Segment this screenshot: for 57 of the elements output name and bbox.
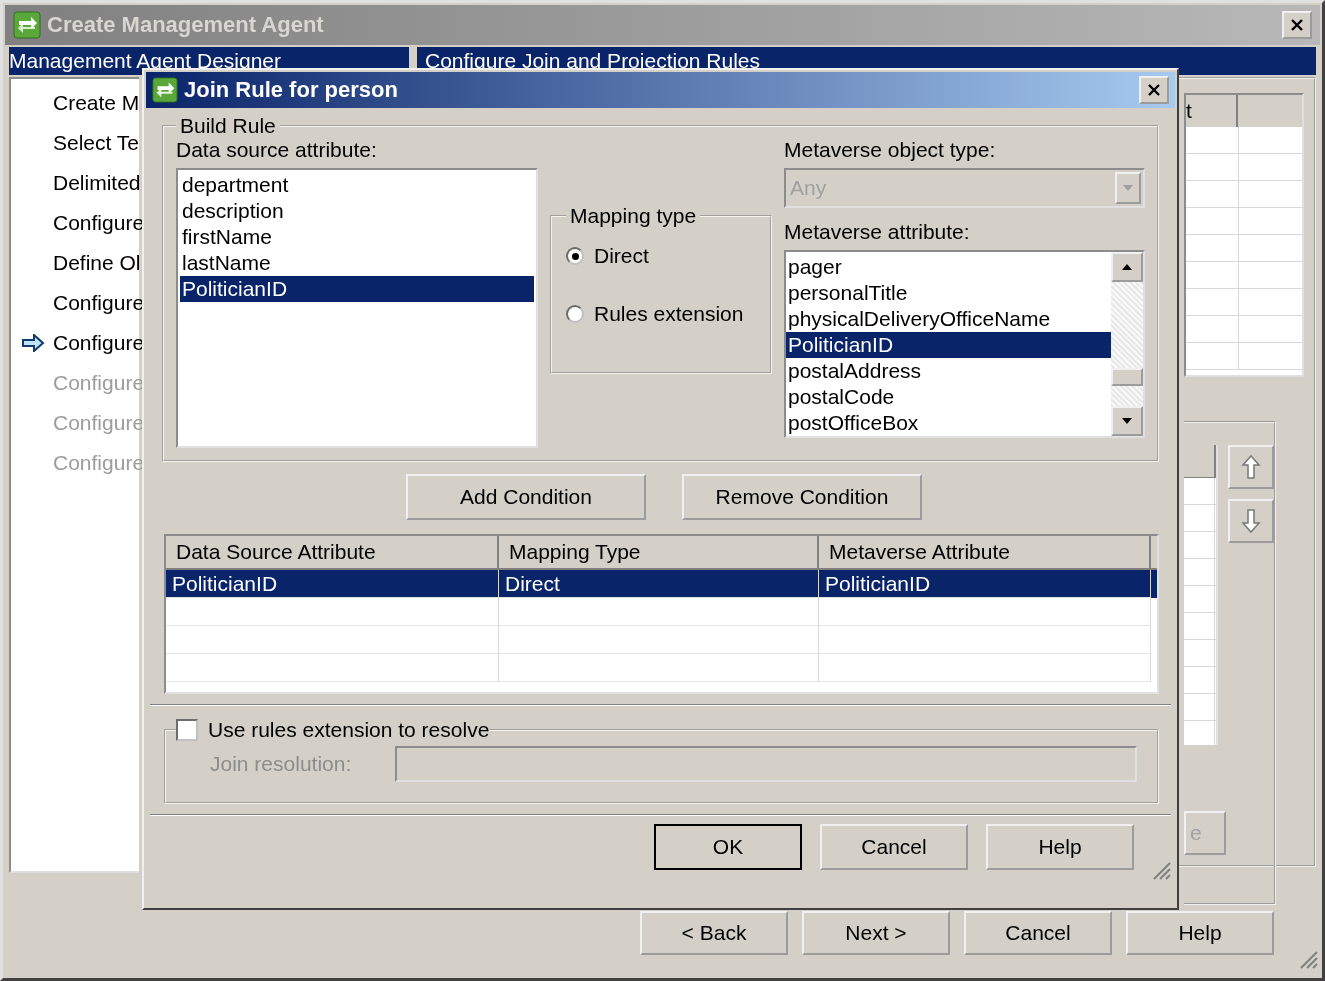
list-item[interactable]: postOfficeBox <box>786 410 1111 436</box>
up-arrow-icon <box>1241 454 1261 480</box>
close-button[interactable] <box>1139 76 1169 104</box>
scroll-up-icon[interactable] <box>1121 263 1133 271</box>
dialog-title: Join Rule for person <box>184 77 399 103</box>
field-label: Metaverse object type: <box>784 138 997 162</box>
close-icon <box>1289 17 1305 33</box>
field-label: Join resolution: <box>210 752 352 776</box>
list-item[interactable]: lastName <box>180 250 534 276</box>
group-label: Build Rule <box>179 114 277 138</box>
condition-button[interactable]: Add Condition <box>406 474 646 520</box>
dialog-button[interactable]: OK <box>654 824 802 870</box>
wizard-button[interactable]: Help <box>1126 911 1274 955</box>
scroll-down-icon[interactable] <box>1121 417 1133 425</box>
dialog-button[interactable]: Cancel <box>820 824 968 870</box>
step-item: Delimited <box>52 170 139 196</box>
field-label: Data source attribute: <box>176 138 378 162</box>
attribute-list[interactable]: department description firstName lastName PoliticianID <box>176 168 538 448</box>
step-item: Define Ol <box>52 250 139 276</box>
condition-button[interactable]: Remove Condition <box>682 474 922 520</box>
list-item[interactable]: personalTitle <box>786 280 1111 306</box>
move-up-button[interactable] <box>1228 445 1274 489</box>
list-item[interactable]: physicalDeliveryOfficeName <box>786 306 1111 332</box>
window-title: Create Management Agent <box>47 12 325 38</box>
arrows-icon <box>13 11 41 39</box>
arrows-icon <box>152 77 178 103</box>
table-cell: Direct <box>499 570 819 598</box>
down-arrow-icon <box>1241 508 1261 534</box>
radio-option[interactable]: Rules extension <box>566 296 756 332</box>
table-row[interactable]: PoliticianID Direct PoliticianID <box>166 570 1157 598</box>
radio-option[interactable]: Direct <box>566 238 756 274</box>
wizard-button[interactable]: Next > <box>802 911 950 955</box>
wizard-button[interactable]: < Back <box>640 911 788 955</box>
list-item[interactable]: PoliticianID <box>180 276 534 302</box>
scrollbar[interactable] <box>1111 252 1143 436</box>
wizard-button[interactable]: Cancel <box>964 911 1112 955</box>
list-item[interactable]: postalCode <box>786 384 1111 410</box>
arrow-icon <box>21 334 45 352</box>
list-item[interactable]: PoliticianID <box>786 332 1111 358</box>
table-cell: PoliticianID <box>166 570 499 598</box>
move-down-button[interactable] <box>1228 499 1274 543</box>
list-item[interactable]: postalAddress <box>786 358 1111 384</box>
list-item[interactable]: department <box>180 172 534 198</box>
close-button[interactable] <box>1282 11 1312 39</box>
group-label: Mapping type <box>569 204 698 228</box>
column-header: t <box>1186 95 1238 127</box>
scroll-thumb[interactable] <box>1111 368 1143 386</box>
list-item[interactable]: pager <box>786 254 1111 280</box>
list-item[interactable]: description <box>180 198 534 224</box>
list-item[interactable]: firstName <box>180 224 534 250</box>
step-item: Create M <box>52 90 139 116</box>
step-item: Select Te <box>52 130 139 156</box>
field-label: Metaverse attribute: <box>784 220 971 244</box>
close-icon <box>1146 82 1162 98</box>
attribute-list[interactable]: pager personalTitle physicalDeliveryOfficeName PoliticianID postalAddress postalCode postOfficeBox <box>784 250 1145 438</box>
dialog-button[interactable]: Help <box>986 824 1134 870</box>
table-cell: PoliticianID <box>819 570 1151 598</box>
